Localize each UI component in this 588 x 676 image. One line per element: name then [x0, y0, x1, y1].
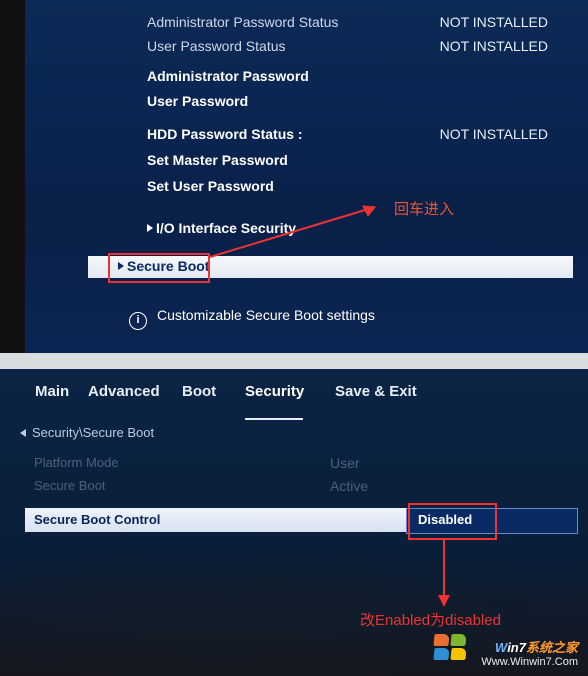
secure-boot-state-value: Active [330, 478, 368, 494]
secure-boot-control-item[interactable]: Secure Boot Control [34, 512, 160, 527]
annotation-arrow-2-icon [430, 537, 470, 612]
admin-pw-item[interactable]: Administrator Password [147, 68, 309, 84]
wm-url: Www.Winwin7.Com [481, 656, 578, 668]
hdd-pw-status-value: NOT INSTALLED [440, 126, 548, 142]
info-icon: i [129, 312, 147, 330]
chevron-left-icon [20, 429, 26, 437]
annotation-box [108, 253, 210, 283]
user-pw-status-label: User Password Status [147, 38, 286, 54]
platform-mode-value: User [330, 455, 360, 471]
tab-bar: Main Advanced Boot Security Save & Exit [0, 383, 588, 415]
wm-in7: in7 [507, 640, 526, 655]
breadcrumb: Security\Secure Boot [20, 425, 154, 440]
annotation-box-2 [408, 503, 497, 540]
platform-mode-label: Platform Mode [34, 455, 119, 470]
set-master-pw-item[interactable]: Set Master Password [147, 152, 288, 168]
io-security-item[interactable]: I/O Interface Security [147, 220, 296, 236]
secure-boot-state-label: Secure Boot [34, 478, 106, 493]
gap [0, 353, 588, 369]
io-security-label: I/O Interface Security [156, 220, 296, 236]
breadcrumb-text: Security\Secure Boot [32, 425, 154, 440]
tab-save-exit[interactable]: Save & Exit [335, 383, 417, 400]
wm-zh: 系统之家 [526, 640, 578, 655]
windows-logo-icon [434, 634, 468, 662]
annotation-text: 回车进入 [394, 198, 454, 219]
wm-w: W [495, 640, 507, 655]
tab-security[interactable]: Security [245, 383, 304, 400]
tab-underline [245, 418, 303, 420]
tab-boot[interactable]: Boot [182, 383, 216, 400]
tab-main[interactable]: Main [35, 383, 69, 400]
hdd-pw-status-label: HDD Password Status : [147, 126, 303, 142]
bios-secure-boot-screen: Main Advanced Boot Security Save & Exit … [0, 369, 588, 676]
annotation-text-2: 改Enabled为disabled [360, 609, 501, 630]
admin-pw-status-value: NOT INSTALLED [440, 14, 548, 30]
hint-text: Customizable Secure Boot settings [157, 307, 375, 323]
watermark: Win7系统之家 Www.Winwin7.Com [481, 637, 578, 668]
tab-advanced[interactable]: Advanced [88, 383, 160, 400]
user-pw-item[interactable]: User Password [147, 93, 248, 109]
set-user-pw-item[interactable]: Set User Password [147, 178, 274, 194]
bios-security-screen: Administrator Password Status NOT INSTAL… [0, 0, 588, 353]
hint-row: i Customizable Secure Boot settings [129, 307, 375, 330]
chevron-right-icon [147, 224, 153, 232]
admin-pw-status-label: Administrator Password Status [147, 14, 338, 30]
user-pw-status-value: NOT INSTALLED [440, 38, 548, 54]
